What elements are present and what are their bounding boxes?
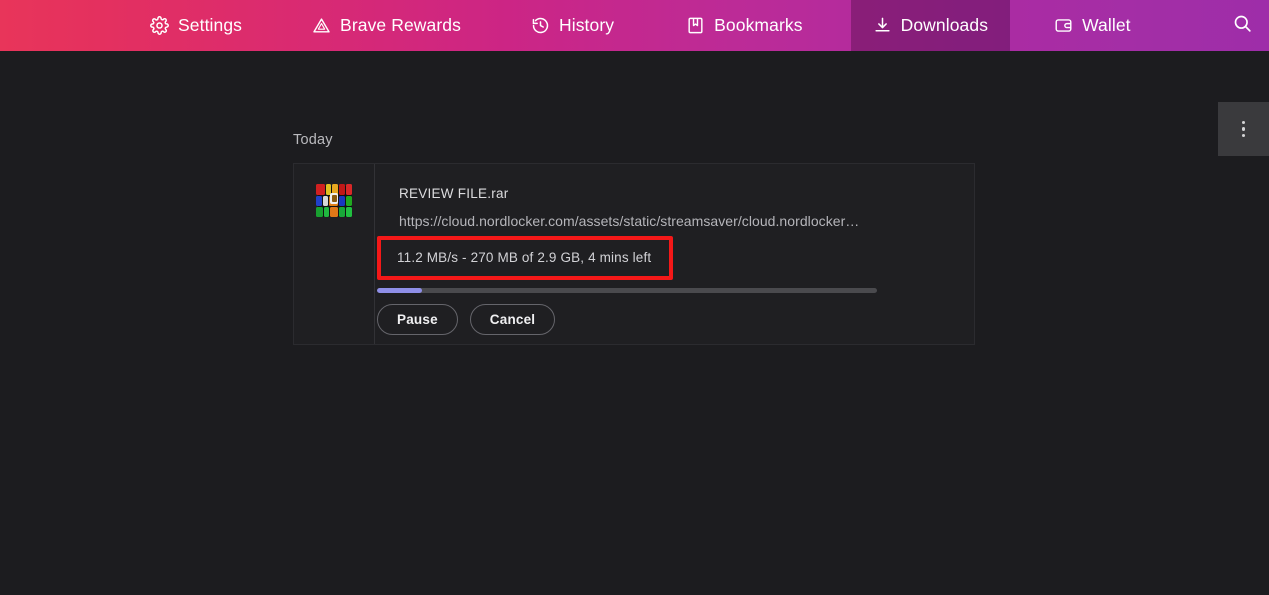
nav-item-settings[interactable]: Settings bbox=[128, 0, 264, 51]
cancel-button[interactable]: Cancel bbox=[469, 304, 556, 335]
nav-item-label: Brave Rewards bbox=[340, 15, 461, 35]
nav-item-bookmarks[interactable]: Bookmarks bbox=[664, 0, 824, 51]
download-source-url[interactable]: https://cloud.nordlocker.com/assets/stat… bbox=[399, 213, 899, 229]
downloads-section-heading: Today bbox=[293, 132, 333, 148]
download-file-icon-column bbox=[294, 164, 375, 344]
nav-left-spacer bbox=[0, 0, 128, 51]
nav-item-label: History bbox=[558, 15, 615, 35]
nav-gap bbox=[636, 0, 664, 51]
nav-item-history[interactable]: History bbox=[509, 0, 636, 51]
nav-item-label: Bookmarks bbox=[714, 15, 803, 35]
search-icon bbox=[1232, 13, 1253, 39]
nav-gap bbox=[264, 0, 290, 51]
download-progress-bar[interactable] bbox=[377, 288, 877, 293]
download-status-text: 11.2 MB/s - 270 MB of 2.9 GB, 4 mins lef… bbox=[397, 250, 652, 265]
nav-right-flex-spacer bbox=[1153, 0, 1215, 51]
download-filename[interactable]: REVIEW FILE.rar bbox=[399, 186, 974, 201]
more-vertical-icon bbox=[1241, 119, 1246, 139]
gear-icon bbox=[150, 16, 169, 35]
menu-dot bbox=[1241, 133, 1246, 138]
nav-item-label: Downloads bbox=[900, 15, 989, 35]
overflow-menu-button[interactable] bbox=[1218, 102, 1269, 156]
nav-item-label: Wallet bbox=[1082, 15, 1131, 35]
download-progress-fill bbox=[377, 288, 422, 293]
wallet-icon bbox=[1054, 16, 1073, 35]
nav-gap bbox=[825, 0, 851, 51]
browser-top-navigation-bar: Settings Brave Rewards History Bookmarks… bbox=[0, 0, 1269, 51]
downloads-page: Today REVIEW FILE.rar https://cloud.nord… bbox=[0, 51, 1269, 595]
download-icon bbox=[873, 16, 892, 35]
menu-dot bbox=[1241, 120, 1246, 125]
menu-dot bbox=[1241, 127, 1246, 131]
nav-item-label: Settings bbox=[178, 15, 243, 35]
nav-gap bbox=[1010, 0, 1032, 51]
triangle-icon bbox=[312, 16, 331, 35]
download-action-buttons: Pause Cancel bbox=[377, 304, 556, 335]
download-item-details: REVIEW FILE.rar https://cloud.nordlocker… bbox=[375, 164, 974, 344]
book-icon bbox=[686, 16, 705, 35]
nav-item-wallet[interactable]: Wallet bbox=[1032, 0, 1153, 51]
nav-gap bbox=[483, 0, 509, 51]
winrar-archive-icon bbox=[316, 184, 352, 217]
search-button[interactable] bbox=[1215, 0, 1269, 51]
download-item-card: REVIEW FILE.rar https://cloud.nordlocker… bbox=[293, 163, 975, 345]
clock-icon bbox=[531, 16, 550, 35]
pause-button[interactable]: Pause bbox=[377, 304, 458, 335]
nav-item-downloads[interactable]: Downloads bbox=[850, 0, 1011, 51]
nav-item-brave-rewards[interactable]: Brave Rewards bbox=[290, 0, 483, 51]
